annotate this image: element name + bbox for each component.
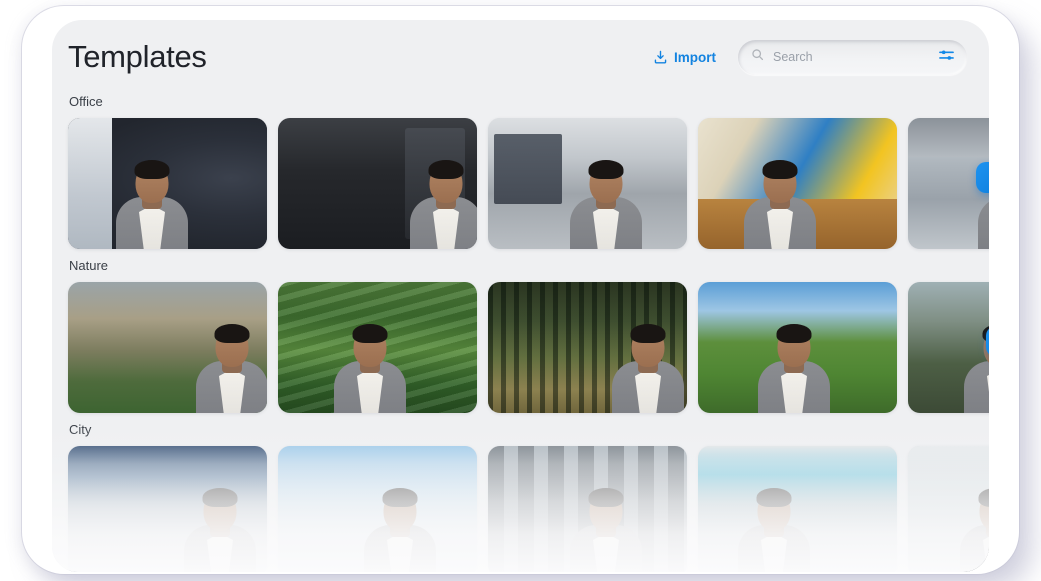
filter-button[interactable]: [938, 48, 955, 66]
template-card-city-street-skyscrapers[interactable]: [488, 446, 687, 572]
carousel-next-button-office[interactable]: [976, 162, 989, 193]
section-title: Nature: [69, 258, 989, 273]
presenter-avatar: [960, 485, 989, 572]
search-icon: [751, 48, 764, 66]
section-title: City: [69, 422, 989, 437]
template-card-office-colorful-loft-pingpong[interactable]: [698, 118, 897, 249]
presenter-avatar: [410, 157, 477, 249]
template-sections: Office Nature City: [52, 94, 989, 572]
header-toolbar: Import: [651, 40, 967, 75]
presenter-avatar: [116, 157, 188, 249]
section-city: City: [68, 422, 989, 572]
device-frame: Templates Import: [22, 6, 1019, 574]
app-screen: Templates Import: [52, 20, 989, 572]
search-box[interactable]: [738, 40, 967, 75]
presenter-avatar: [184, 485, 256, 572]
carousel-row: [68, 118, 989, 249]
template-card-nature-mountain-valley[interactable]: [68, 282, 267, 413]
carousel-row: [68, 282, 989, 413]
import-button[interactable]: Import: [651, 46, 718, 69]
template-card-nature-forest-path[interactable]: [488, 282, 687, 413]
carousel-row: [68, 446, 989, 572]
search-input[interactable]: [771, 49, 938, 65]
app-header: Templates Import: [52, 20, 989, 94]
template-card-city-aerial-skyline-dusk[interactable]: [68, 446, 267, 572]
thumbnail-row: [68, 282, 989, 413]
template-card-office-glass-meeting-room[interactable]: [278, 118, 477, 249]
presenter-avatar: [570, 157, 642, 249]
template-card-city-highrise-panorama-lake[interactable]: [698, 446, 897, 572]
presenter-avatar: [758, 321, 830, 413]
thumbnail-row: [68, 446, 989, 572]
thumbnail-row: [68, 118, 989, 249]
presenter-avatar: [334, 321, 406, 413]
section-nature: Nature: [68, 258, 989, 413]
presenter-avatar: [738, 485, 810, 572]
chevron-right-icon: [986, 172, 989, 183]
presenter-avatar: [744, 157, 816, 249]
template-card-nature-lone-tree-cliff[interactable]: [908, 282, 989, 413]
section-title: Office: [69, 94, 989, 109]
presenter-avatar: [570, 485, 642, 572]
presenter-avatar: [612, 321, 684, 413]
template-card-office-corridor-lobby[interactable]: [488, 118, 687, 249]
template-card-city-waterfront-buildings[interactable]: [908, 446, 989, 572]
template-card-office-dark-room-desk[interactable]: [68, 118, 267, 249]
sliders-filter-icon: [938, 48, 955, 66]
download-icon: [653, 50, 668, 65]
section-office: Office: [68, 94, 989, 249]
template-card-nature-green-rolling-hills[interactable]: [278, 282, 477, 413]
template-card-city-downtown-skyline-daylight[interactable]: [278, 446, 477, 572]
template-card-nature-green-meadow-valley[interactable]: [698, 282, 897, 413]
presenter-avatar: [196, 321, 267, 413]
presenter-avatar: [364, 485, 436, 572]
import-label: Import: [674, 50, 716, 65]
page-title: Templates: [68, 39, 207, 75]
